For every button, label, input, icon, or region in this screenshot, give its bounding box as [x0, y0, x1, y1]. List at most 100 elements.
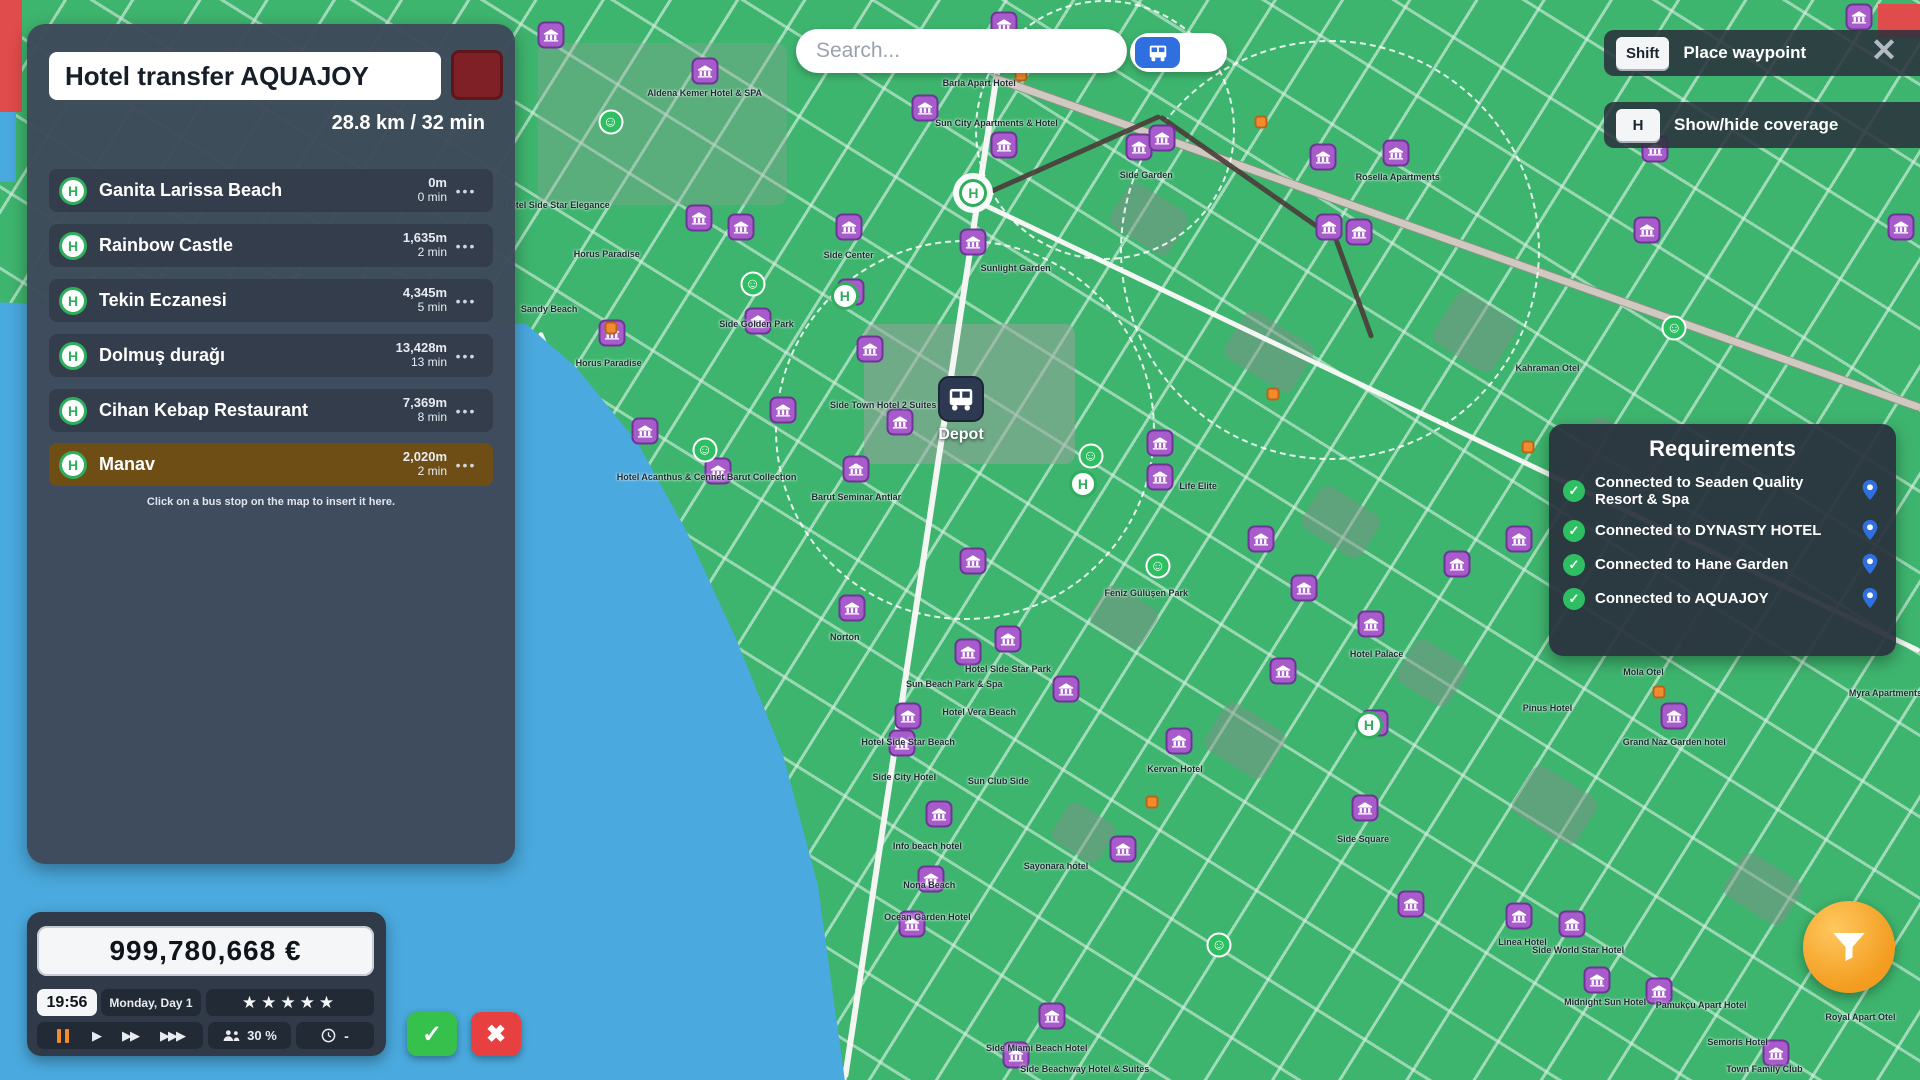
map-pin-bus-stop[interactable] — [899, 911, 926, 938]
map-pin-bus-stop[interactable] — [1505, 525, 1532, 552]
map-pin-bus-stop[interactable] — [1634, 217, 1661, 244]
passenger-percent-display[interactable]: 30 % — [208, 1022, 291, 1049]
map-pin-bus-stop[interactable] — [960, 228, 987, 255]
map-pin-poi[interactable] — [1266, 388, 1279, 401]
stop-row[interactable]: H Tekin Eczanesi 4,345m5 min ••• — [49, 279, 493, 322]
map-pin-attraction[interactable]: ☺ — [692, 438, 717, 463]
map-pin-bus-stop[interactable] — [1357, 611, 1384, 638]
map-pin-bus-stop[interactable] — [895, 703, 922, 730]
map-pin-bus-stop[interactable] — [1269, 657, 1296, 684]
map-pin-route-stop[interactable]: H — [831, 282, 859, 310]
close-button[interactable]: ✕ — [1858, 28, 1910, 72]
map-pin-bus-stop[interactable] — [1845, 4, 1872, 31]
map-pin-bus-stop[interactable] — [685, 205, 712, 232]
map-pin-bus-stop[interactable] — [1146, 429, 1173, 456]
map-pin-bus-stop[interactable] — [691, 58, 718, 85]
map-pin-poi[interactable] — [1652, 686, 1665, 699]
stop-menu-icon[interactable]: ••• — [447, 293, 485, 309]
locate-pin-icon[interactable] — [1858, 479, 1882, 503]
map-pin-bus-stop[interactable] — [954, 639, 981, 666]
stop-menu-icon[interactable]: ••• — [447, 183, 485, 199]
map-pin-attraction[interactable]: ☺ — [1145, 553, 1170, 578]
filter-button[interactable] — [1803, 901, 1895, 993]
map-pin-bus-stop[interactable] — [925, 801, 952, 828]
route-title-box[interactable]: Hotel transfer AQUAJOY — [49, 52, 441, 100]
map-pin-bus-stop[interactable] — [1398, 890, 1425, 917]
map-pin-bus-stop[interactable] — [1444, 550, 1471, 577]
map-pin-bus-stop[interactable] — [745, 307, 772, 334]
map-pin-bus-stop[interactable] — [1645, 978, 1672, 1005]
map-pin-bus-stop[interactable] — [1309, 143, 1336, 170]
map-pin-poi[interactable] — [1146, 796, 1159, 809]
map-pin-bus-stop[interactable] — [1505, 902, 1532, 929]
stop-menu-icon[interactable]: ••• — [447, 403, 485, 419]
map-pin-bus-stop[interactable] — [538, 21, 565, 48]
map-pin-bus-stop[interactable] — [1382, 140, 1409, 167]
stop-row[interactable]: H Dolmuş durağı 13,428m13 min ••• — [49, 334, 493, 377]
map-pin-bus-stop[interactable] — [912, 95, 939, 122]
map-pin-bus-stop[interactable] — [1248, 525, 1275, 552]
map-pin-attraction[interactable]: ☺ — [598, 110, 623, 135]
fast-forward-button[interactable]: ▶▶ — [120, 1028, 140, 1044]
map-pin-bus-stop[interactable] — [728, 213, 755, 240]
map-pin-bus-stop[interactable] — [1661, 703, 1688, 730]
stop-row[interactable]: H Cihan Kebap Restaurant 7,369m8 min ••• — [49, 389, 493, 432]
map-pin-bus-stop[interactable] — [1352, 794, 1379, 821]
map-pin-bus-stop[interactable] — [1052, 676, 1079, 703]
map-pin-bus-stop[interactable] — [1887, 213, 1914, 240]
map-pin-bus-stop[interactable] — [1559, 911, 1586, 938]
stop-menu-icon[interactable]: ••• — [447, 238, 485, 254]
map-pin-bus-stop[interactable] — [1002, 1042, 1029, 1069]
stop-row-selected[interactable]: H Manav 2,020m2 min ••• — [49, 443, 493, 486]
map-pin-bus-stop[interactable] — [918, 866, 945, 893]
map-pin-bus-stop[interactable] — [1763, 1040, 1790, 1067]
map-pin-bus-stop[interactable] — [991, 131, 1018, 158]
map-pin-bus-stop[interactable] — [839, 595, 866, 622]
map-pin-bus-stop[interactable] — [1146, 464, 1173, 491]
cancel-button[interactable]: ✖ — [471, 1012, 521, 1056]
map-pin-route-stop[interactable]: H — [1355, 711, 1383, 739]
stop-row[interactable]: H Ganita Larissa Beach 0m0 min ••• — [49, 169, 493, 212]
depot-marker[interactable]: Depot — [938, 376, 984, 444]
route-color-swatch[interactable] — [451, 50, 503, 100]
locate-pin-icon[interactable] — [1858, 587, 1882, 611]
locate-pin-icon[interactable] — [1858, 519, 1882, 543]
map-pin-bus-stop[interactable] — [1290, 574, 1317, 601]
locate-pin-icon[interactable] — [1858, 553, 1882, 577]
stop-menu-icon[interactable]: ••• — [447, 457, 485, 473]
stop-menu-icon[interactable]: ••• — [447, 348, 485, 364]
map-pin-bus-stop[interactable] — [887, 409, 914, 436]
map-pin-bus-stop[interactable] — [770, 397, 797, 424]
schedule-display[interactable]: - — [296, 1022, 374, 1049]
map-pin-bus-stop[interactable] — [1039, 1003, 1066, 1030]
map-pin-bus-stop[interactable] — [856, 335, 883, 362]
map-pin-bus-stop[interactable] — [1165, 727, 1192, 754]
map-pin-poi[interactable] — [1255, 116, 1268, 129]
map-pin-bus-stop[interactable] — [1110, 835, 1137, 862]
map-pin-route-stop[interactable]: H — [1069, 470, 1097, 498]
map-pin-bus-stop[interactable] — [843, 455, 870, 482]
play-button[interactable]: ▶ — [90, 1028, 102, 1044]
map-pin-route-stop[interactable]: H — [959, 179, 987, 207]
map-pin-poi[interactable] — [604, 322, 617, 335]
confirm-button[interactable]: ✓ — [407, 1012, 457, 1056]
map-pin-bus-stop[interactable] — [1315, 213, 1342, 240]
map-pin-attraction[interactable]: ☺ — [1207, 933, 1232, 958]
map-pin-bus-stop[interactable] — [889, 730, 916, 757]
fastest-forward-button[interactable]: ▶▶▶ — [158, 1028, 186, 1044]
map-pin-attraction[interactable]: ☺ — [1662, 316, 1687, 341]
map-pin-attraction[interactable]: ☺ — [740, 272, 765, 297]
pause-button[interactable] — [54, 1029, 72, 1043]
search-input[interactable] — [816, 39, 1107, 63]
map-pin-bus-stop[interactable] — [1584, 966, 1611, 993]
stop-row[interactable]: H Rainbow Castle 1,635m2 min ••• — [49, 224, 493, 267]
map-pin-bus-stop[interactable] — [835, 213, 862, 240]
map-pin-bus-stop[interactable] — [632, 417, 659, 444]
map-pin-bus-stop[interactable] — [960, 547, 987, 574]
map-pin-bus-stop[interactable] — [995, 626, 1022, 653]
bus-stops-visibility-toggle[interactable] — [1130, 33, 1227, 72]
map-pin-bus-stop[interactable] — [1346, 219, 1373, 246]
map-viewport[interactable]: ☺☺☺☺☺☺☺HHHHHotel Side Star EleganceHorus… — [0, 0, 1920, 1080]
map-pin-poi[interactable] — [1522, 441, 1535, 454]
map-pin-bus-stop[interactable] — [1148, 125, 1175, 152]
